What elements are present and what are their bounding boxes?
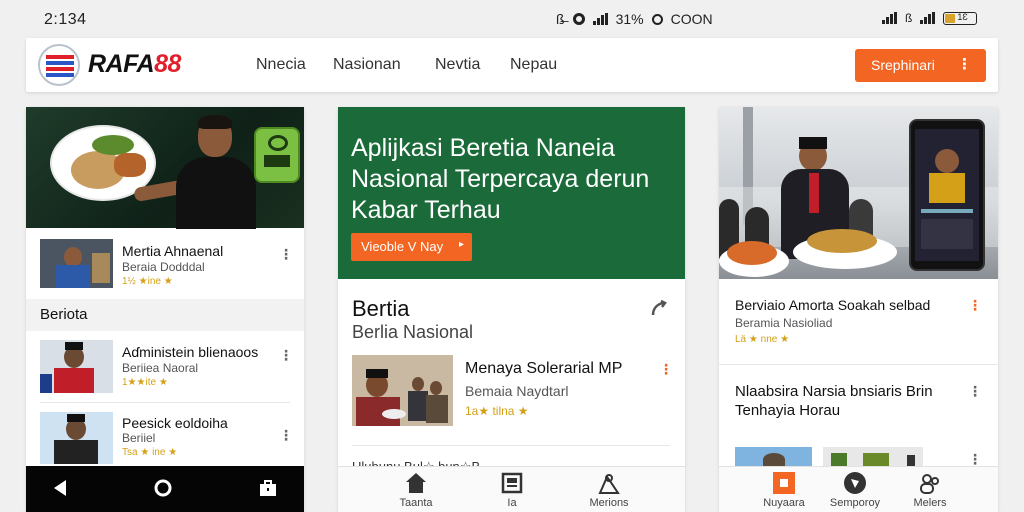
news-source: Beriiel [122,431,156,445]
featured-banner[interactable]: Aplijkasi Beretia Naneia Nasional Terper… [338,107,685,279]
divider [40,402,290,403]
bottom-navigation: Taanta Ia Merions [338,466,685,512]
bottom-navigation: Nuyaara Semporoy Melers [719,466,998,512]
news-source: Beraia Dodddal [122,260,205,274]
right-news-panel: Berviaio Amorta Soakah selbad Beramia Na… [719,107,998,512]
tab-home[interactable]: Taanta [394,471,438,509]
app-logo[interactable]: RAFA88 [88,50,181,79]
status-indicator-a: ß̶ [556,11,565,27]
news-title[interactable]: Aɗministein blienaoos [122,344,258,360]
news-rating: 1½ ★ine ★ [122,276,173,287]
news-rating: 1a★ tilna ★ [465,404,529,418]
news-rating: Tsa ★ ine ★ [122,447,178,458]
more-options-icon: ⋮ [957,56,972,73]
status-indicator-c: COON [670,11,713,27]
news-title[interactable]: Peesick eoldoiha [122,415,228,431]
signal-icon [882,12,897,24]
tab-mentions[interactable]: Merions [582,471,636,509]
news-rating: Lä ★ nne ★ [735,334,790,345]
news-title[interactable]: Mertia Ahnaenal [122,243,223,259]
share-icon[interactable] [649,299,669,324]
news-source: Beramia Nasioliad [735,316,833,330]
top-nav: Nnecia Nasionan Nevtia Nepau [256,56,590,74]
bottom-navigation [26,466,304,512]
battery-percent: 31% [615,11,644,27]
news-source: Bemaia Naydtarl [465,383,569,399]
news-rating: 1★★ite ★ [122,377,168,388]
alarm-icon [651,13,663,25]
hero-image-chef-presenter[interactable] [26,107,304,229]
compass-icon [844,472,866,494]
news-thumbnail[interactable] [40,239,113,288]
peci-hat-icon [799,137,827,149]
wifi-icon [920,12,936,24]
smartphone-graphic [909,119,985,271]
news-thumbnail[interactable] [735,447,812,466]
section-title: Bertia [352,296,410,321]
banner-headline-line: Nasional Terpercaya derun [351,165,650,193]
status-time: 2:134 [44,11,87,28]
more-options-icon[interactable]: ⋮ [279,246,293,263]
home-icon [406,473,426,493]
tab-discover[interactable]: Semporoy [827,471,883,509]
news-title[interactable]: Menaya Solerarial MP [465,360,622,378]
news-title-line2[interactable]: Tenhayia Horau [735,402,840,419]
left-news-panel: Mertia Ahnaenal Beraia Dodddal 1½ ★ine ★… [26,107,304,512]
news-thumbnail[interactable] [823,447,923,466]
tab-news[interactable]: Ia [490,471,534,509]
banner-cta-button[interactable]: Vieoble V Nay ▸ [351,233,472,261]
tab-news-active[interactable]: Nuyaara [757,471,811,509]
people-icon [920,474,939,494]
home-icon[interactable] [153,478,173,498]
nav-item[interactable]: Nepau [510,56,590,74]
tab-profile[interactable]: Melers [905,471,955,509]
news-title[interactable]: Nlaabsira Narsia bnsiaris Brin [735,383,933,400]
subscribe-button[interactable]: Srephinari ⋮ [855,49,986,82]
dish-graphic [807,229,877,253]
hero-image-officials-dining[interactable] [719,107,998,279]
bluetooth-icon: ß [905,11,913,25]
more-options-icon[interactable]: ⋮ [968,297,982,314]
more-options-icon[interactable]: ⋮ [279,427,293,444]
status-right: ß 1Ɛ [882,11,978,25]
arrow-right-icon: ▸ [458,239,464,250]
tie-graphic [809,173,819,213]
status-bar: 2:134 ß̶ 31% COON ß 1Ɛ [0,0,1024,38]
settings-icon [572,13,585,25]
briefcase-icon[interactable] [258,478,278,498]
newspaper-icon [501,472,523,494]
status-center: ß̶ 31% COON [556,11,713,27]
nav-item[interactable]: Nasionan [333,56,430,74]
section-subtitle: Berlia Nasional [352,322,474,342]
app-header: RAFA88 Nnecia Nasionan Nevtia Nepau Srep… [26,38,998,92]
section-header: Beriota [26,299,304,331]
logo-emblem-icon [38,44,80,86]
news-thumbnail[interactable] [40,412,113,464]
greens-graphic [92,135,134,155]
news-title[interactable]: Berviaio Amorta Soakah selbad [735,297,930,313]
chicken-graphic [114,153,146,177]
divider [719,364,998,365]
more-options-icon[interactable]: ⋮ [279,347,293,364]
play-square-icon [773,472,795,494]
news-thumbnail[interactable] [40,340,113,393]
more-options-icon[interactable]: ⋮ [659,361,673,378]
more-options-icon[interactable]: ⋮ [968,383,982,400]
battery-icon: 1Ɛ [943,11,978,25]
divider [352,445,670,446]
banner-headline-line: Aplijkasi Beretia Naneia [351,134,616,162]
person-icon [598,474,620,494]
signal-icon [592,13,608,25]
news-source: Beriiea Naoral [122,361,199,375]
news-thumbnail[interactable] [352,355,453,426]
back-icon[interactable] [50,478,70,498]
tv-app-icon [254,127,300,183]
banner-headline-line: Kabar Terhau [351,196,501,224]
center-news-panel: Aplijkasi Beretia Naneia Nasional Terper… [338,107,685,512]
dish-graphic [727,241,777,265]
presenter-figure [176,115,256,229]
